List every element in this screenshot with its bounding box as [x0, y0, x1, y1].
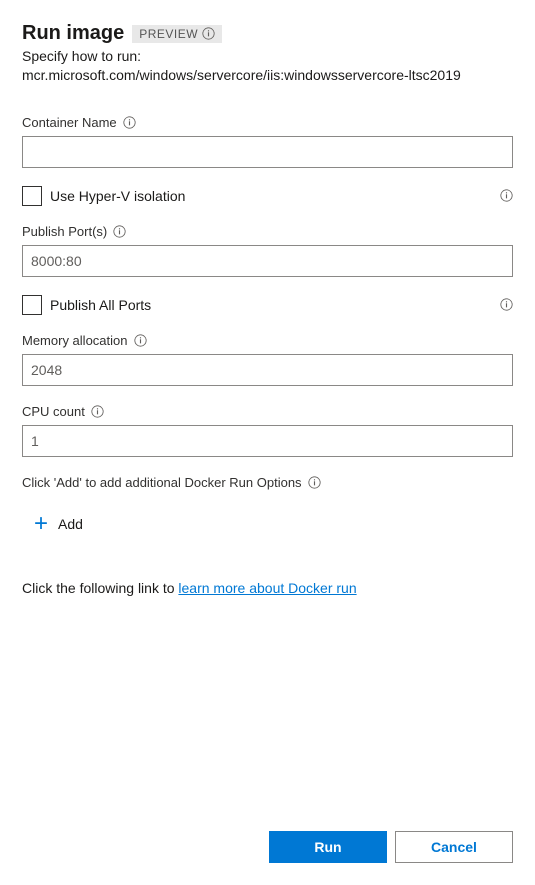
add-button-label: Add — [58, 516, 83, 532]
cancel-button[interactable]: Cancel — [395, 831, 513, 863]
hyperv-checkbox[interactable] — [22, 186, 42, 206]
hyperv-label: Use Hyper-V isolation — [50, 188, 185, 204]
learn-more-text: Click the following link to learn more a… — [22, 580, 513, 596]
preview-badge-label: PREVIEW — [139, 27, 198, 41]
preview-badge: PREVIEW — [132, 25, 222, 43]
publish-all-label: Publish All Ports — [50, 297, 151, 313]
info-icon[interactable] — [113, 225, 126, 238]
memory-input[interactable] — [22, 354, 513, 386]
subtitle: Specify how to run: mcr.microsoft.com/wi… — [22, 47, 513, 85]
add-button[interactable]: + Add — [32, 508, 85, 540]
learn-more-link[interactable]: learn more about Docker run — [178, 580, 356, 596]
subtitle-prefix: Specify how to run: — [22, 48, 141, 64]
publish-all-checkbox[interactable] — [22, 295, 42, 315]
plus-icon: + — [34, 512, 48, 536]
info-icon[interactable] — [500, 189, 513, 202]
info-icon[interactable] — [134, 334, 147, 347]
info-icon[interactable] — [308, 476, 321, 489]
page-title: Run image — [22, 22, 124, 45]
cpu-label: CPU count — [22, 404, 85, 419]
info-icon[interactable] — [500, 298, 513, 311]
container-name-label: Container Name — [22, 115, 117, 130]
learn-more-prefix: Click the following link to — [22, 580, 178, 596]
info-icon[interactable] — [123, 116, 136, 129]
memory-label: Memory allocation — [22, 333, 128, 348]
info-icon[interactable] — [91, 405, 104, 418]
publish-ports-input[interactable] — [22, 245, 513, 277]
container-name-input[interactable] — [22, 136, 513, 168]
image-path: mcr.microsoft.com/windows/servercore/iis… — [22, 67, 461, 83]
info-icon — [202, 27, 215, 40]
run-button[interactable]: Run — [269, 831, 387, 863]
publish-ports-label: Publish Port(s) — [22, 224, 107, 239]
cpu-input[interactable] — [22, 425, 513, 457]
additional-options-hint: Click 'Add' to add additional Docker Run… — [22, 475, 302, 490]
